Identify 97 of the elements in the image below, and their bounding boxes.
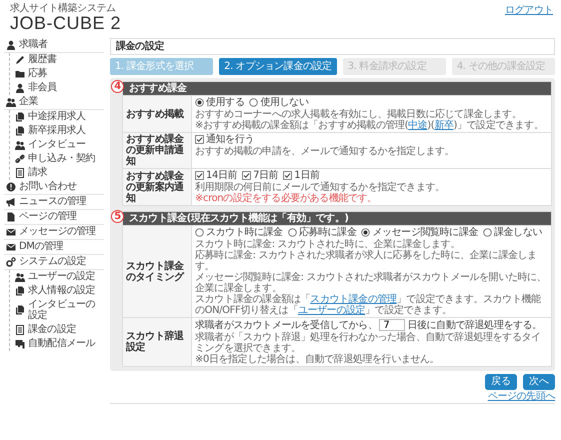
description-text: おすすめコーナーへの求人掲載を有効にし、掲載日数に応じて課金します。 bbox=[195, 109, 522, 120]
sidebar-item[interactable]: 自動配信メール bbox=[10, 337, 104, 351]
step-indicator: 2. オプション課金の設定 bbox=[219, 58, 337, 75]
sidebar-item[interactable]: お問い合わせ bbox=[4, 180, 104, 195]
sidebar-item[interactable]: 企業 bbox=[4, 95, 104, 110]
link[interactable]: スカウト課金の管理 bbox=[310, 294, 397, 305]
grid-icon bbox=[15, 324, 25, 334]
description-text: スカウト時に課金: スカウトされた時に、企業に課金します。 bbox=[195, 239, 461, 250]
sidebar-item[interactable]: 課金の設定 bbox=[10, 323, 104, 337]
system-subtitle: 求人サイト構築システム bbox=[10, 3, 117, 14]
folder-icon bbox=[15, 68, 25, 78]
radio-option[interactable]: 応募時に課金 bbox=[288, 227, 356, 238]
radio-option[interactable]: 使用する bbox=[195, 97, 244, 108]
section-header: スカウト課金(現在スカウト機能は「有効」です。) bbox=[123, 212, 551, 225]
radio-option[interactable]: スカウト時に課金 bbox=[195, 227, 283, 238]
sidebar-item[interactable]: 求職者 bbox=[4, 38, 104, 53]
radio-button[interactable] bbox=[249, 98, 258, 107]
sidebar-item[interactable]: 求人情報の設定 bbox=[10, 284, 104, 298]
radio-option[interactable]: メッセージ閲覧時に課金 bbox=[361, 227, 478, 238]
info-icon bbox=[6, 182, 16, 192]
description-text: 求職者が「スカウト辞退」処理を行わなかった場合、自動で辞退処理をするタイミングを選択できます。 bbox=[195, 332, 542, 354]
radio-button[interactable] bbox=[195, 98, 204, 107]
checkbox-option[interactable]: 7日前 bbox=[242, 170, 278, 181]
doc-icon bbox=[15, 286, 25, 296]
doc-icon bbox=[15, 112, 25, 122]
number-badge: 5 bbox=[111, 210, 124, 223]
row-label: おすすめ課金の更新案内通知 bbox=[123, 169, 192, 205]
sidebar-item[interactable]: ユーザーの設定 bbox=[10, 270, 104, 284]
sidebar-item[interactable]: 中途採用求人 bbox=[10, 110, 104, 124]
row-label: スカウト辞退設定 bbox=[123, 318, 192, 366]
link-icon bbox=[15, 154, 25, 164]
sidebar-item[interactable]: 応募 bbox=[10, 67, 104, 81]
checkbox-option[interactable]: 1日前 bbox=[283, 170, 320, 181]
description-text: 応募時に課金: スカウトされた求職者が求人に応募をした時に、企業に課金します。 bbox=[195, 250, 538, 272]
sidebar-item[interactable]: ニュースの管理 bbox=[4, 195, 104, 210]
description-text: おすすめ掲載の申請を、メールで通知するかを指定します。 bbox=[195, 146, 456, 157]
envelope-icon bbox=[6, 226, 16, 236]
doc-icon bbox=[15, 126, 25, 136]
setting-text: 求職者がスカウトメールを受信してから、 bbox=[195, 320, 378, 330]
description-text: ※おすすめ掲載の課金額は「おすすめ掲載の管理(中途)(新卒)」で設定できます。 bbox=[195, 120, 544, 131]
people-icon bbox=[6, 96, 16, 106]
pencil-icon bbox=[15, 54, 25, 64]
sidebar-item[interactable]: DMの管理 bbox=[4, 240, 104, 255]
description-text: ※0日を指定した場合は、自動で辞退処理を行いません。 bbox=[195, 354, 440, 365]
link[interactable]: 新卒 bbox=[434, 120, 454, 131]
description-text: メッセージ閲覧時に課金: スカウトされた求職者がスカウトメールを開いた時に、企業に課金します。 bbox=[195, 272, 548, 294]
sidebar-item[interactable]: インタビューの設定 bbox=[10, 298, 104, 323]
logout-link[interactable]: ログアウト bbox=[504, 5, 553, 16]
nav-button[interactable]: 次へ bbox=[523, 374, 555, 390]
radio-button[interactable] bbox=[288, 228, 297, 237]
checkbox[interactable] bbox=[283, 171, 292, 180]
checkbox[interactable] bbox=[242, 171, 252, 180]
setting-text: 日後に自動で辞退処理をする。 bbox=[407, 320, 542, 330]
people-icon bbox=[15, 272, 25, 282]
link[interactable]: ユーザーの設定 bbox=[298, 305, 366, 316]
megaphone-icon bbox=[6, 196, 16, 206]
envelope-icon bbox=[6, 242, 16, 252]
checkbox[interactable] bbox=[195, 135, 204, 144]
step-indicator: 1. 課金形式を選択 bbox=[110, 58, 214, 75]
sidebar-item[interactable]: 履歴書 bbox=[10, 53, 104, 67]
sidebar-item[interactable]: 請求 bbox=[10, 166, 104, 180]
sidebar-item[interactable]: 新卒採用求人 bbox=[10, 124, 104, 138]
description-text: 利用期限の何日前にメールで通知するかを指定できます。 bbox=[195, 182, 446, 193]
checkbox-option[interactable]: 14日前 bbox=[195, 170, 238, 181]
person-icon bbox=[6, 40, 16, 50]
sidebar-item[interactable]: メッセージの管理 bbox=[4, 225, 104, 240]
person-icon bbox=[15, 82, 25, 92]
gear-icon bbox=[6, 256, 16, 266]
grid-icon bbox=[15, 168, 25, 178]
checkbox-option[interactable]: 通知を行う bbox=[195, 134, 254, 145]
back-to-top-link[interactable]: ページの先頭へ bbox=[488, 391, 555, 402]
row-label: おすすめ課金の更新申請通知 bbox=[123, 133, 192, 168]
sidebar-item[interactable]: ページの管理 bbox=[4, 210, 104, 225]
radio-option[interactable]: 課金しない bbox=[483, 227, 542, 238]
row-label: スカウト課金のタイミング bbox=[123, 226, 192, 317]
radio-button[interactable] bbox=[483, 228, 492, 237]
people-icon bbox=[15, 140, 25, 150]
page-icon bbox=[6, 212, 16, 222]
app-title: JOB-CUBE 2 bbox=[10, 14, 122, 34]
description-text: ※cronの設定をする必要がある機能です。 bbox=[195, 193, 378, 204]
page-title: 課金の設定 bbox=[110, 38, 555, 55]
sidebar-item[interactable]: 申し込み・契約 bbox=[10, 152, 104, 166]
radio-button[interactable] bbox=[195, 228, 204, 237]
section-header: おすすめ課金 bbox=[123, 82, 551, 95]
link[interactable]: 中途 bbox=[408, 120, 428, 131]
sidebar-item[interactable]: システムの設定 bbox=[4, 255, 104, 270]
radio-option[interactable]: 使用しない bbox=[249, 97, 308, 108]
days-input[interactable]: 7 bbox=[379, 319, 406, 331]
nav-button[interactable]: 戻る bbox=[485, 374, 517, 390]
radio-button[interactable] bbox=[361, 228, 370, 237]
row-label: おすすめ掲載 bbox=[123, 96, 192, 132]
sidebar-item[interactable]: インタビュー bbox=[10, 138, 104, 152]
sidebar-item[interactable]: 非会員 bbox=[10, 81, 104, 95]
doc-icon bbox=[15, 305, 25, 315]
checkbox[interactable] bbox=[195, 171, 204, 180]
description-text: スカウト課金の課金額は「スカウト課金の管理」で設定できます。スカウト機能のON/OFF切り替えは「ユーザーの設定」で設定できます。 bbox=[195, 294, 542, 316]
number-badge: 4 bbox=[111, 80, 124, 93]
